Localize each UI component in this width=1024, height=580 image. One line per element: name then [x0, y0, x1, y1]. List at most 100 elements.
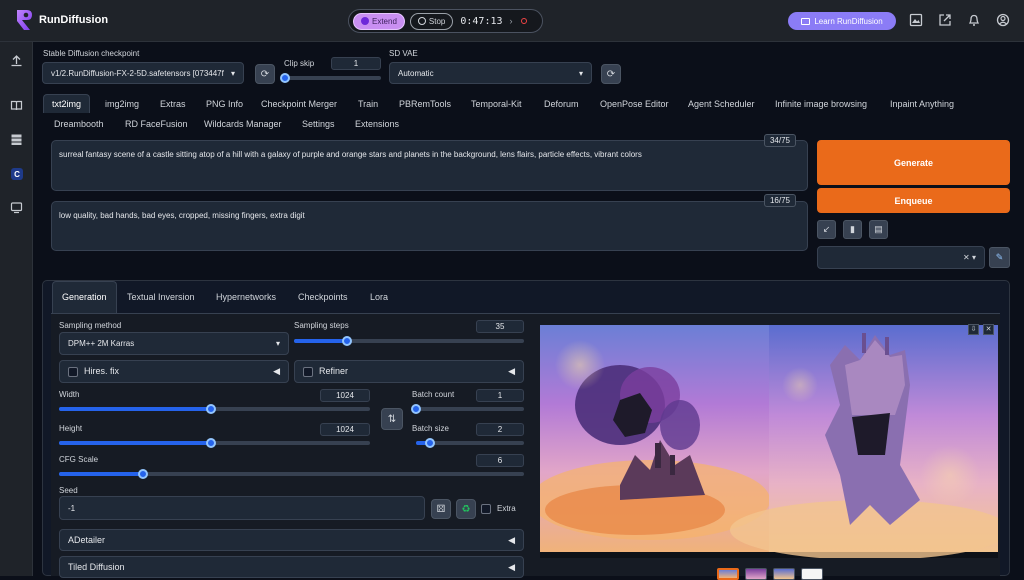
download-icon[interactable]: ⇩	[968, 324, 979, 335]
subtab-generation[interactable]: Generation	[52, 281, 117, 314]
database-icon[interactable]	[8, 133, 25, 150]
tab-openpose-editor[interactable]: OpenPose Editor	[600, 99, 669, 109]
clip-skip-slider-handle[interactable]	[280, 73, 290, 83]
tab-txt2img[interactable]: txt2img	[43, 94, 91, 113]
close-icon[interactable]: ✕	[983, 324, 994, 335]
caret-left-icon: ◀	[508, 534, 515, 545]
random-seed-button[interactable]: ⚄	[431, 499, 451, 519]
learn-rundiffusion-button[interactable]: Learn RunDiffusion	[788, 12, 896, 30]
tab-png-info[interactable]: PNG Info	[206, 99, 243, 109]
stop-button[interactable]: Stop	[409, 12, 454, 30]
width-input[interactable]: 1024	[320, 389, 370, 402]
batch-size-slider-handle[interactable]	[425, 438, 436, 448]
thumbnail[interactable]	[801, 568, 823, 580]
tab-infinite-image-browsing[interactable]: Infinite image browsing	[775, 99, 867, 109]
read-params-button[interactable]: ↙	[817, 220, 836, 239]
batch-count-input[interactable]: 1	[476, 389, 524, 402]
sampling-method-dropdown[interactable]: DPM++ 2M Karras ▾	[59, 332, 289, 355]
extend-icon	[361, 17, 369, 25]
generate-button[interactable]: Generate	[817, 140, 1010, 185]
clip-skip-slider[interactable]	[280, 73, 381, 83]
vae-value: Automatic	[398, 68, 434, 78]
sampling-steps-slider-handle[interactable]	[341, 336, 352, 346]
prompt-textarea[interactable]: surreal fantasy scene of a castle sittin…	[51, 140, 808, 191]
subtab-textual-inversion[interactable]: Textual Inversion	[127, 292, 195, 302]
batch-size-slider[interactable]	[416, 438, 524, 448]
refresh-checkpoint-button[interactable]: ⟳	[255, 64, 275, 84]
external-link-icon[interactable]	[937, 13, 953, 29]
upload-icon[interactable]	[8, 54, 25, 71]
refiner-accordion[interactable]: Refiner ◀	[294, 360, 524, 383]
cfg-scale-slider[interactable]	[59, 469, 524, 479]
sampling-steps-slider[interactable]	[294, 336, 524, 346]
enqueue-button[interactable]: Enqueue	[817, 188, 1010, 213]
tab-inpaint-anything[interactable]: Inpaint Anything	[890, 99, 954, 109]
tab-extensions[interactable]: Extensions	[355, 119, 399, 129]
tab-temporal-kit[interactable]: Temporal-Kit	[471, 99, 522, 109]
sampling-steps-input[interactable]: 35	[476, 320, 524, 333]
subtab-hypernetworks[interactable]: Hypernetworks	[216, 292, 276, 302]
thumbnail[interactable]	[745, 568, 767, 580]
clipboard-icon: ▤	[874, 224, 883, 234]
refiner-checkbox[interactable]	[303, 366, 313, 377]
seed-extra-toggle[interactable]: Extra	[481, 504, 516, 514]
negative-prompt-token-counter: 16/75	[764, 194, 796, 207]
status-dot-icon	[520, 18, 527, 24]
hires-fix-accordion[interactable]: Hires. fix ◀	[59, 360, 289, 383]
swap-dimensions-button[interactable]: ⇅	[381, 408, 403, 430]
cfg-scale-slider-handle[interactable]	[137, 469, 148, 479]
brand-logo[interactable]: RunDiffusion	[14, 8, 108, 32]
seed-extra-checkbox[interactable]	[481, 504, 491, 514]
clear-styles-icon[interactable]: ✕ ▾	[963, 253, 976, 262]
clip-skip-label: Clip skip	[284, 59, 315, 68]
tab-extras[interactable]: Extras	[160, 99, 186, 109]
thumbnail[interactable]	[773, 568, 795, 580]
clipboard-button[interactable]: ▤	[869, 220, 888, 239]
refresh-vae-button[interactable]: ⟳	[601, 64, 621, 84]
refresh-icon: ⟳	[606, 68, 616, 80]
tab-pbremtools[interactable]: PBRemTools	[399, 99, 451, 109]
cfg-scale-input[interactable]: 6	[476, 454, 524, 467]
edit-styles-button[interactable]: ✎	[989, 247, 1010, 268]
gallery-icon[interactable]	[908, 13, 924, 29]
batch-count-slider[interactable]	[411, 404, 524, 414]
clip-skip-input[interactable]: 1	[331, 57, 381, 70]
hires-fix-checkbox[interactable]	[68, 366, 78, 377]
thumbnail[interactable]	[717, 568, 739, 580]
adetailer-accordion[interactable]: ADetailer ◀	[59, 529, 524, 551]
tiled-diffusion-accordion[interactable]: Tiled Diffusion ◀	[59, 556, 524, 578]
negative-prompt-textarea[interactable]: low quality, bad hands, bad eyes, croppe…	[51, 201, 808, 251]
tab-img2img[interactable]: img2img	[105, 99, 139, 109]
tab-checkpoint-merger[interactable]: Checkpoint Merger	[261, 99, 337, 109]
height-slider[interactable]	[59, 438, 370, 448]
chevron-right-icon[interactable]: ›	[510, 16, 513, 26]
monitor-icon[interactable]	[8, 201, 25, 218]
subtab-lora[interactable]: Lora	[370, 292, 388, 302]
width-slider[interactable]	[59, 404, 370, 414]
tab-wildcards-manager[interactable]: Wildcards Manager	[204, 119, 282, 129]
book-icon[interactable]	[8, 99, 25, 116]
generated-images[interactable]	[530, 325, 1010, 560]
rundiffusion-logo-icon	[17, 10, 32, 30]
vae-dropdown[interactable]: Automatic ▾	[389, 62, 592, 84]
styles-dropdown[interactable]: ✕ ▾	[817, 246, 985, 269]
subtab-checkpoints[interactable]: Checkpoints	[298, 292, 348, 302]
bell-icon[interactable]	[966, 13, 982, 29]
tab-deforum[interactable]: Deforum	[544, 99, 579, 109]
user-icon[interactable]	[995, 13, 1011, 29]
checkpoint-dropdown[interactable]: v1/2.RunDiffusion-FX-2-5D.safetensors [0…	[42, 62, 244, 84]
civitai-icon[interactable]: C	[8, 167, 25, 184]
tab-train[interactable]: Train	[358, 99, 378, 109]
batch-count-slider-handle[interactable]	[411, 404, 421, 414]
tab-agent-scheduler[interactable]: Agent Scheduler	[688, 99, 755, 109]
extend-button[interactable]: Extend	[353, 12, 405, 30]
seed-input[interactable]: -1	[59, 496, 425, 520]
trash-button[interactable]: ▮	[843, 220, 862, 239]
reuse-seed-button[interactable]: ♻	[456, 499, 476, 519]
tab-dreambooth[interactable]: Dreambooth	[54, 119, 104, 129]
height-input[interactable]: 1024	[320, 423, 370, 436]
batch-size-input[interactable]: 2	[476, 423, 524, 436]
tab-settings[interactable]: Settings	[302, 119, 335, 129]
svg-text:C: C	[14, 170, 20, 179]
tab-rd-facefusion[interactable]: RD FaceFusion	[125, 119, 188, 129]
